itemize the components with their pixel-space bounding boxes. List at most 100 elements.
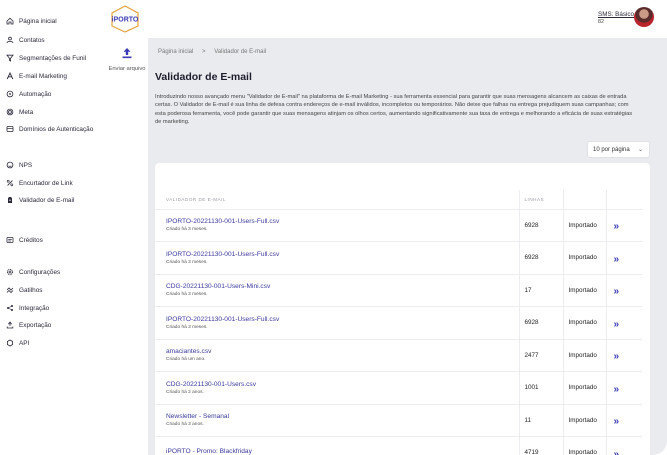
lines-cell: 4719 bbox=[518, 436, 563, 455]
per-page-value: 10 por página bbox=[593, 146, 630, 153]
table-row: CDG-20221130-001-Users-Mini.csv Criado há… bbox=[155, 274, 642, 307]
sidebar-item-validator[interactable]: Validador de E-mail bbox=[5, 193, 74, 207]
sidebar-item-label: Automação bbox=[19, 90, 52, 98]
open-row-button[interactable]: » bbox=[605, 404, 642, 437]
sidebar-item-label: E-mail Marketing bbox=[19, 72, 67, 80]
trigger-icon bbox=[5, 286, 14, 295]
file-cell: amaciantes.csv Criado há um ano. bbox=[155, 339, 519, 372]
sidebar-item-label: Domínios de Autenticação bbox=[19, 125, 94, 133]
file-name-link[interactable]: Newsletter - Semanal bbox=[166, 413, 519, 420]
account-id: 82 bbox=[598, 19, 604, 25]
breadcrumb-current: Validador de E-mail bbox=[214, 49, 267, 55]
domain-icon bbox=[5, 125, 14, 134]
open-row-button[interactable]: » bbox=[605, 274, 642, 307]
open-row-button[interactable]: » bbox=[605, 306, 642, 340]
file-created: Criado há 3 meses. bbox=[166, 227, 208, 233]
file-name-link[interactable]: iPORTO - Promo: Blackfriday bbox=[166, 448, 519, 455]
sidebar-item-export[interactable]: Exportação bbox=[5, 318, 51, 332]
file-cell: CDG-20221130-001-Users.csv Criado há 2 an… bbox=[155, 371, 519, 405]
status-cell: Importado bbox=[562, 404, 606, 437]
header-validator: VALIDADOR DE E-MAIL bbox=[155, 190, 519, 210]
contacts-icon bbox=[5, 36, 14, 45]
sidebar-item-label: Exportação bbox=[19, 321, 52, 329]
sidebar-item-label: Validador de E-mail bbox=[19, 196, 75, 204]
sidebar-item-label: API bbox=[19, 339, 30, 347]
file-created: Criado há 3 meses. bbox=[166, 259, 208, 265]
email-marketing-icon bbox=[5, 72, 14, 81]
lines-cell: 1001 bbox=[518, 371, 563, 405]
funnel-icon bbox=[5, 54, 14, 63]
double-chevron-right-icon: » bbox=[613, 221, 619, 233]
file-created: Criado há 2 anos. bbox=[166, 389, 204, 395]
sidebar-item-nps[interactable]: NPS bbox=[5, 158, 32, 172]
sidebar-item-funnel[interactable]: Segmentações de Funil bbox=[5, 51, 86, 65]
breadcrumb: Página inicial > Validador de E-mail bbox=[158, 49, 273, 55]
breadcrumb-home[interactable]: Página inicial bbox=[158, 49, 193, 55]
sidebar-item-contacts[interactable]: Contatos bbox=[5, 33, 45, 47]
sidebar-item-api[interactable]: API bbox=[5, 336, 29, 350]
double-chevron-right-icon: » bbox=[613, 416, 619, 428]
sidebar-item-link[interactable]: Encurtador de Link bbox=[5, 176, 73, 190]
open-row-button[interactable]: » bbox=[605, 436, 642, 455]
breadcrumb-separator: > bbox=[202, 49, 206, 55]
double-chevron-right-icon: » bbox=[613, 383, 619, 395]
table-row: IPORTO-20221130-001-Users-Full.csv Criado… bbox=[155, 306, 642, 340]
file-name-link[interactable]: CDG-20221130-001-Users.csv bbox=[166, 381, 519, 388]
file-name-link[interactable]: IPORTO-20221130-001-Users-Full.csv bbox=[166, 251, 519, 258]
double-chevron-right-icon: » bbox=[613, 286, 619, 298]
sidebar-item-trigger[interactable]: Gatilhos bbox=[5, 283, 42, 297]
file-created: Criado há 3 meses. bbox=[166, 292, 208, 298]
header-status bbox=[562, 190, 606, 210]
table-row: amaciantes.csv Criado há um ano. 2477 Impor… bbox=[155, 339, 642, 372]
sidebar-item-meta[interactable]: Meta bbox=[5, 105, 33, 119]
file-name-link[interactable]: CDG-20221130-001-Users-Mini.csv bbox=[166, 283, 519, 290]
status-cell: Importado bbox=[562, 306, 606, 340]
sidebar-item-label: NPS bbox=[19, 161, 33, 169]
sidebar-item-label: Gatilhos bbox=[19, 286, 43, 294]
open-row-button[interactable]: » bbox=[605, 209, 642, 242]
file-name-link[interactable]: IPORTO-20221130-001-Users-Full.csv bbox=[166, 316, 519, 323]
open-row-button[interactable]: » bbox=[605, 371, 642, 405]
sidebar-item-integration[interactable]: Integração bbox=[5, 301, 49, 315]
file-cell: IPORTO-20221130-001-Users-Full.csv Criado… bbox=[155, 306, 519, 340]
double-chevron-right-icon: » bbox=[613, 253, 619, 265]
logo-text: iPORTO bbox=[112, 17, 139, 24]
sidebar: Página inicial Contatos Segmentações de Fu… bbox=[0, 0, 105, 455]
status-cell: Importado bbox=[562, 339, 606, 372]
file-name-link[interactable]: amaciantes.csv bbox=[166, 348, 519, 355]
lines-cell: 11 bbox=[518, 404, 563, 437]
brand-logo[interactable]: iPORTO bbox=[110, 5, 140, 33]
sidebar-item-settings[interactable]: Configurações bbox=[5, 265, 60, 279]
upload-icon bbox=[122, 48, 132, 59]
app-window: Página inicial Contatos Segmentações de Fu… bbox=[0, 0, 667, 455]
upload-label: Enviar arquivo bbox=[108, 66, 146, 72]
meta-icon bbox=[5, 108, 14, 117]
plan-label[interactable]: SMS: Básico bbox=[598, 11, 634, 18]
file-cell: IPORTO-20221130-001-Users-Full.csv Criado… bbox=[155, 241, 519, 275]
lines-cell: 2477 bbox=[518, 339, 563, 372]
table-row: IPORTO-20221130-001-Users-Full.csv Criado… bbox=[155, 241, 642, 275]
lines-cell: 17 bbox=[518, 274, 563, 307]
status-cell: Importado bbox=[562, 274, 606, 307]
file-name-link[interactable]: IPORTO-20221130-001-Users-Full.csv bbox=[166, 218, 519, 225]
settings-icon bbox=[5, 268, 14, 277]
sidebar-item-automation[interactable]: Automação bbox=[5, 87, 51, 101]
file-cell: CDG-20221130-001-Users-Mini.csv Criado há… bbox=[155, 274, 519, 307]
home-icon bbox=[5, 17, 14, 26]
open-row-button[interactable]: » bbox=[605, 241, 642, 275]
sidebar-item-label: Página inicial bbox=[19, 17, 57, 25]
sidebar-item-home[interactable]: Página inicial bbox=[5, 14, 57, 28]
table-row: iPORTO - Promo: Blackfriday 4719 Importado… bbox=[155, 436, 642, 455]
header-actions bbox=[605, 190, 642, 210]
avatar[interactable] bbox=[634, 7, 654, 27]
sidebar-item-email-marketing[interactable]: E-mail Marketing bbox=[5, 69, 67, 83]
table-row: CDG-20221130-001-Users.csv Criado há 2 an… bbox=[155, 371, 642, 405]
sidebar-item-domain[interactable]: Domínios de Autenticação bbox=[5, 122, 93, 136]
credits-icon bbox=[5, 236, 14, 245]
sidebar-item-credits[interactable]: Créditos bbox=[5, 233, 43, 247]
chevron-down-icon: ⌄ bbox=[637, 147, 643, 153]
open-row-button[interactable]: » bbox=[605, 339, 642, 372]
per-page-select[interactable]: 10 por página ⌄ bbox=[587, 141, 650, 158]
upload-file-button[interactable]: Enviar arquivo bbox=[106, 46, 148, 72]
status-cell: Importado bbox=[562, 241, 606, 275]
